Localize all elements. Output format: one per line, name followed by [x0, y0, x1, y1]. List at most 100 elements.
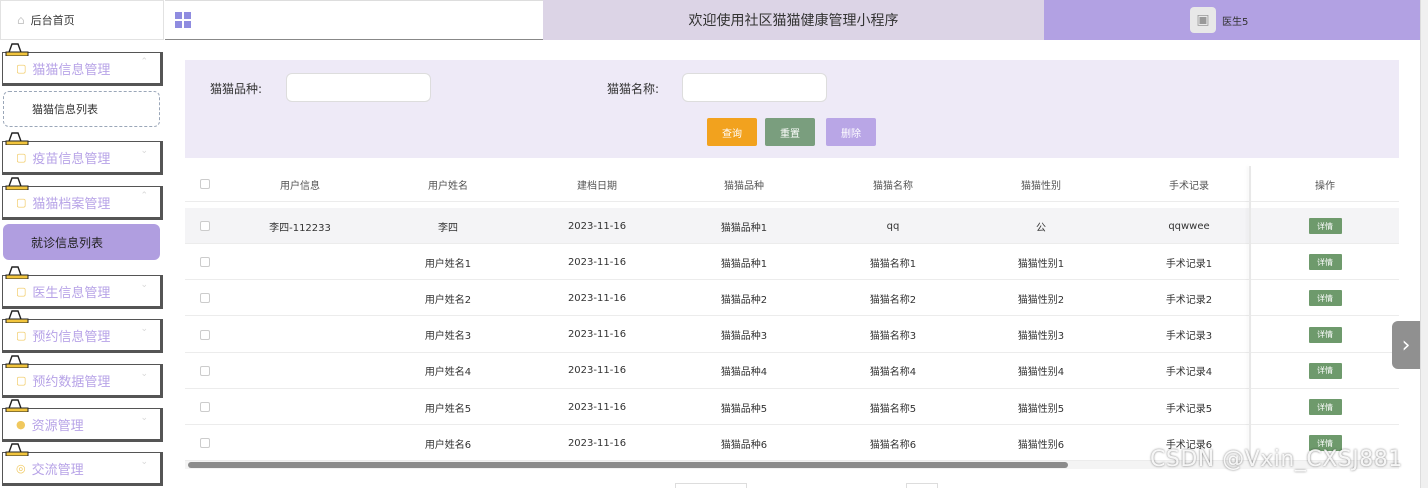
detail-button[interactable]: 详情 — [1308, 254, 1342, 271]
table-row[interactable]: 用户姓名1 2023-11-16 猫猫品种1 猫猫名称1 猫猫性别1 手术记录1 详情 — [185, 244, 1399, 281]
sidebar-subitem-label: 就诊信息列表 — [31, 235, 104, 250]
table-cell: 2023-11-16 — [567, 401, 627, 413]
name-label: 猫猫名称: — [607, 82, 660, 96]
detail-button[interactable]: 详情 — [1308, 290, 1342, 307]
table-cell — [225, 244, 375, 280]
detail-button[interactable]: 详情 — [1308, 399, 1342, 415]
folder-icon: ▢ — [16, 195, 27, 209]
table-cell: 猫猫性别2 — [1017, 294, 1065, 306]
table-cell — [225, 389, 375, 425]
chevron-icon: ⌄ — [140, 369, 148, 379]
row-checkbox[interactable] — [195, 280, 215, 316]
table-cell: 用户姓名5 — [424, 403, 472, 415]
table-cell: 猫猫品种1 — [720, 222, 768, 234]
row-checkbox[interactable] — [195, 389, 215, 425]
table-row[interactable]: 用户姓名3 2023-11-16 猫猫品种3 猫猫名称3 猫猫性别3 手术记录3 详情 — [185, 317, 1399, 353]
query-button[interactable]: 查询 — [707, 118, 757, 146]
sidebar-item-cat-info[interactable]: ▢ 猫猫信息管理 ⌃ — [2, 52, 163, 86]
detail-button[interactable]: 详情 — [1308, 362, 1342, 379]
table-row[interactable]: 李四-112233 李四 2023-11-16 猫猫品种1 qq 公 qqwwee 详情 — [185, 208, 1399, 244]
sidebar-item-doctor[interactable]: ▢ 医生信息管理 ⌄ — [2, 275, 163, 309]
breed-input[interactable] — [286, 73, 431, 102]
table-header-row: 用户信息 用户姓名 建档日期 猫猫品种 猫猫名称 猫猫性别 手术记录 操作 — [185, 166, 1399, 202]
sidebar-home[interactable]: ⌂ 后台首页 — [0, 0, 164, 40]
table-cell: 猫猫名称4 — [869, 367, 917, 379]
table-cell: 猫猫性别1 — [1017, 258, 1065, 270]
page-jump-input[interactable] — [906, 483, 938, 488]
action-cell: 详情 — [1265, 317, 1385, 353]
table-cell: 猫猫品种6 — [720, 439, 768, 451]
page-title: 欢迎使用社区猫猫健康管理小程序 — [543, 0, 1044, 40]
chevron-icon: ⌄ — [140, 413, 148, 423]
chevron-icon: ⌄ — [140, 324, 148, 334]
sidebar-subitem-cat-list[interactable]: 猫猫信息列表 — [3, 91, 160, 127]
table-cell: 猫猫名称1 — [869, 258, 917, 270]
table-cell — [225, 280, 375, 316]
table-cell: 猫猫性别5 — [1017, 403, 1065, 415]
table-cell: 公 — [1036, 222, 1046, 234]
table-cell: 猫猫品种1 — [720, 258, 768, 270]
reset-button[interactable]: 重置 — [765, 118, 815, 146]
chevron-icon: ⌃ — [140, 57, 148, 67]
user-menu[interactable]: ▣ 医生5 — [1044, 0, 1420, 40]
username: 医生5 — [1222, 16, 1249, 28]
table-cell: 2023-11-16 — [567, 365, 627, 377]
top-bar-left — [165, 0, 543, 40]
table-cell: 手术记录4 — [1165, 367, 1213, 379]
table-cell: 手术记录1 — [1165, 258, 1213, 270]
column-header: 用户信息 — [280, 180, 320, 192]
table-row[interactable]: 用户姓名2 2023-11-16 猫猫品种2 猫猫名称2 猫猫性别2 手术记录2 详情 — [185, 280, 1399, 317]
select-all-checkbox[interactable] — [195, 166, 215, 202]
sidebar-item-appointment[interactable]: ▢ 预约信息管理 ⌄ — [2, 319, 163, 353]
menu-grid-icon[interactable] — [175, 12, 191, 28]
row-checkbox[interactable] — [195, 425, 215, 461]
table-cell: 李四-112233 — [269, 222, 331, 234]
table-cell: 2023-11-16 — [567, 292, 627, 304]
sidebar-item-label: 猫猫信息管理 — [32, 62, 111, 78]
name-input[interactable] — [682, 73, 827, 102]
table-cell: 2023-11-16 — [567, 220, 627, 232]
chevron-right-icon[interactable]: › — [1392, 321, 1420, 369]
sidebar-subitem-visit-list[interactable]: 就诊信息列表 — [3, 224, 160, 260]
table-cell: 猫猫名称5 — [869, 403, 917, 415]
binder-clip-icon — [5, 43, 29, 56]
column-header: 用户姓名 — [428, 180, 468, 192]
action-cell: 详情 — [1265, 244, 1385, 280]
table-cell: 用户姓名2 — [424, 294, 472, 306]
table-row[interactable]: 用户姓名5 2023-11-16 猫猫品种5 猫猫名称5 猫猫性别5 手术记录5 详情 — [185, 389, 1399, 425]
sidebar-item-exchange[interactable]: ◎ 交流管理 ⌄ — [2, 452, 163, 486]
table-cell — [225, 317, 375, 353]
page-size-select[interactable] — [675, 483, 747, 488]
sidebar-item-vaccine[interactable]: ▢ 疫苗信息管理 ⌄ — [2, 141, 163, 175]
row-checkbox[interactable] — [195, 208, 215, 244]
horizontal-scrollbar[interactable] — [188, 462, 1068, 468]
table-row[interactable]: 用户姓名4 2023-11-16 猫猫品种4 猫猫名称4 猫猫性别4 手术记录4 详情 — [185, 353, 1399, 389]
delete-button[interactable]: 删除 — [826, 118, 876, 146]
sidebar-item-label: 医生信息管理 — [32, 285, 111, 301]
sidebar-item-cat-archive[interactable]: ▢ 猫猫档案管理 ⌃ — [2, 186, 163, 220]
sidebar-item-label: 预约数据管理 — [32, 374, 111, 390]
table-cell: 猫猫性别6 — [1017, 439, 1065, 451]
row-checkbox[interactable] — [195, 244, 215, 280]
detail-button[interactable]: 详情 — [1308, 326, 1342, 343]
detail-button[interactable]: 详情 — [1308, 218, 1342, 234]
sidebar: ⌂ 后台首页 ▢ 猫猫信息管理 ⌃ 猫猫信息列表 ▢ 疫苗信息管理 ⌄ ▢ 猫猫… — [0, 0, 165, 488]
chat-icon: ◎ — [16, 461, 26, 475]
table-cell — [225, 353, 375, 389]
row-checkbox[interactable] — [195, 317, 215, 353]
vertical-scrollbar[interactable] — [1420, 0, 1428, 488]
row-checkbox[interactable] — [195, 353, 215, 389]
binder-clip-icon — [5, 310, 29, 323]
folder-icon: ▢ — [16, 373, 27, 387]
binder-clip-icon — [5, 443, 29, 456]
sidebar-home-label: 后台首页 — [30, 14, 75, 27]
sidebar-item-resources[interactable]: ● 资源管理 ⌄ — [2, 408, 163, 442]
table-cell: 猫猫名称3 — [869, 331, 917, 343]
column-header: 建档日期 — [577, 180, 617, 192]
chevron-icon: ⌄ — [140, 457, 148, 467]
sidebar-item-appointment-data[interactable]: ▢ 预约数据管理 ⌄ — [2, 364, 163, 398]
chevron-icon: ⌄ — [140, 280, 148, 290]
column-header: 手术记录 — [1169, 180, 1209, 192]
action-cell: 详情 — [1265, 353, 1385, 389]
column-header: 猫猫名称 — [873, 180, 913, 192]
